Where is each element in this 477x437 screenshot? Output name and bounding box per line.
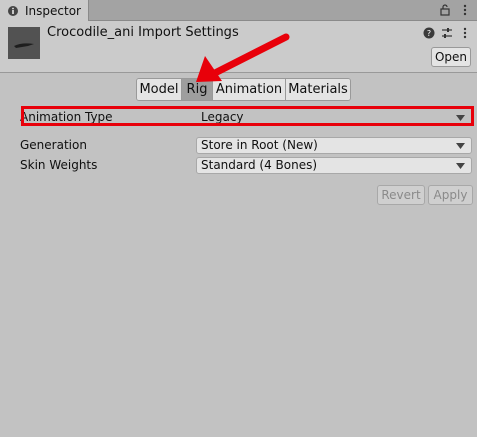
inspector-icon (6, 4, 20, 18)
lock-icon[interactable] (439, 3, 451, 17)
generation-row: Generation Store in Root (New) (20, 136, 472, 154)
skin-weights-value: Standard (4 Bones) (201, 158, 318, 172)
tab-model[interactable]: Model (137, 79, 182, 100)
apply-button[interactable]: Apply (428, 185, 473, 205)
import-tabs: Model Rig Animation Materials (136, 78, 351, 101)
dropdown-arrow-icon (455, 162, 465, 170)
tab-animation[interactable]: Animation (213, 79, 286, 100)
help-icon[interactable]: ? (423, 26, 435, 39)
revert-button[interactable]: Revert (377, 185, 425, 205)
generation-value: Store in Root (New) (201, 138, 318, 152)
menu-icon[interactable] (459, 3, 471, 17)
inspector-header: Crocodile_ani Import Settings ? Open (0, 21, 477, 73)
inspector-tab-label: Inspector (25, 3, 81, 18)
skin-weights-dropdown[interactable]: Standard (4 Bones) (196, 156, 472, 174)
generation-label: Generation (20, 138, 87, 152)
skin-weights-label: Skin Weights (20, 158, 98, 172)
inspector-tab[interactable]: Inspector (0, 0, 89, 21)
tab-rig[interactable]: Rig (182, 79, 213, 100)
model-thumbnail (8, 27, 40, 59)
more-icon[interactable] (459, 26, 471, 39)
tab-materials[interactable]: Materials (286, 79, 350, 100)
page-title: Crocodile_ani Import Settings (47, 25, 239, 40)
window-tab-bar: Inspector (0, 0, 477, 21)
skin-weights-row: Skin Weights Standard (4 Bones) (20, 156, 472, 174)
dropdown-arrow-icon (455, 142, 465, 150)
highlight-box (21, 106, 474, 126)
generation-dropdown[interactable]: Store in Root (New) (196, 136, 472, 154)
svg-text:?: ? (427, 29, 431, 38)
preset-icon[interactable] (441, 26, 453, 39)
open-button[interactable]: Open (431, 47, 471, 67)
